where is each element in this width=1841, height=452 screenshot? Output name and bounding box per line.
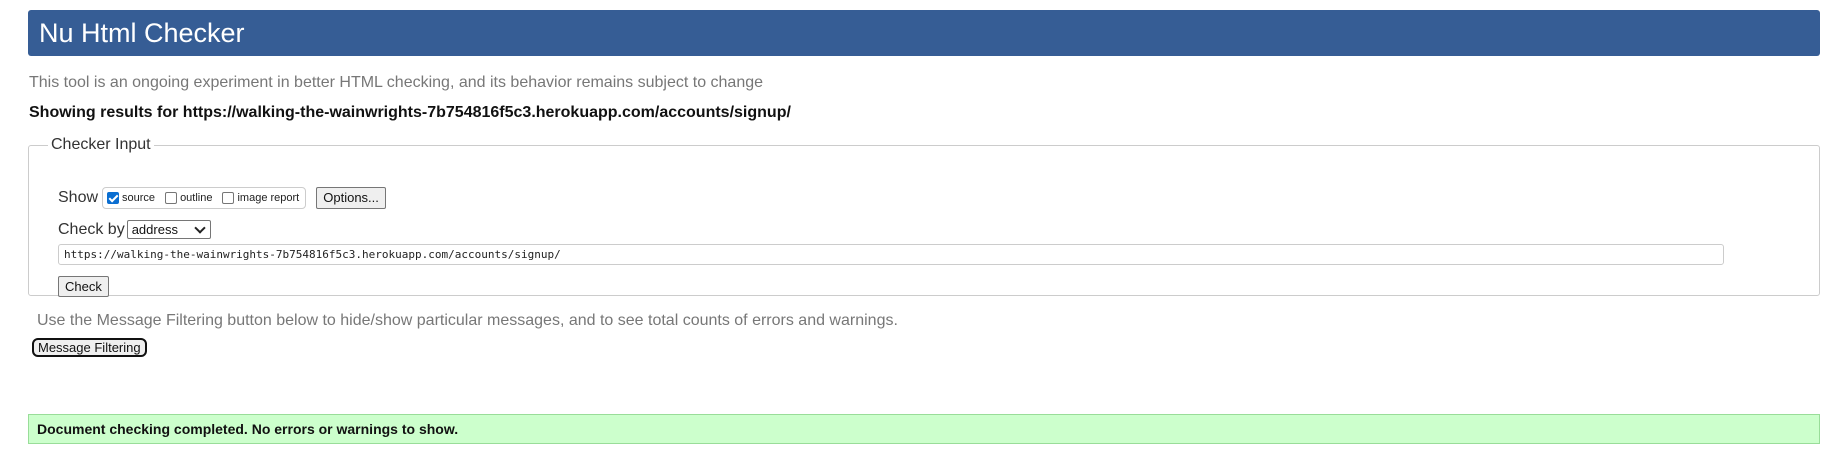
image-report-option[interactable]: image report (222, 192, 299, 204)
check-by-select[interactable]: address (126, 220, 211, 239)
outline-option[interactable]: outline (165, 192, 212, 204)
show-options-group: source outline image report (102, 187, 307, 209)
check-by-selected-value: address (131, 222, 178, 237)
message-filtering-button[interactable]: Message Filtering (32, 338, 147, 357)
chevron-down-icon (194, 221, 206, 234)
outline-option-label: outline (180, 192, 213, 204)
page-title: Nu Html Checker (39, 17, 245, 48)
show-options-row: Show source outline image report Options… (58, 187, 386, 209)
source-option-label: source (122, 192, 156, 204)
check-by-label: Check by (58, 220, 125, 238)
results-heading: Showing results for https://walking-the-… (29, 104, 791, 121)
intro-text: This tool is an ongoing experiment in be… (29, 74, 764, 91)
source-checkbox[interactable] (107, 192, 120, 204)
options-button[interactable]: Options... (316, 187, 386, 209)
status-message: Document checking completed. No errors o… (28, 414, 1820, 444)
image-report-checkbox[interactable] (222, 192, 235, 204)
checker-input-panel: Checker Input Show source outline image … (28, 136, 1820, 297)
show-label: Show (58, 189, 99, 206)
image-report-option-label: image report (237, 192, 300, 204)
check-button[interactable]: Check (58, 276, 109, 297)
filtering-help-text: Use the Message Filtering button below t… (37, 312, 898, 329)
check-by-row: Check by address (58, 220, 211, 239)
page-header: Nu Html Checker (28, 10, 1820, 56)
checker-input-legend: Checker Input (51, 136, 151, 153)
source-option[interactable]: source (107, 192, 155, 204)
url-input[interactable]: https://walking-the-wainwrights-7b754816… (58, 244, 1724, 265)
outline-checkbox[interactable] (165, 192, 178, 204)
